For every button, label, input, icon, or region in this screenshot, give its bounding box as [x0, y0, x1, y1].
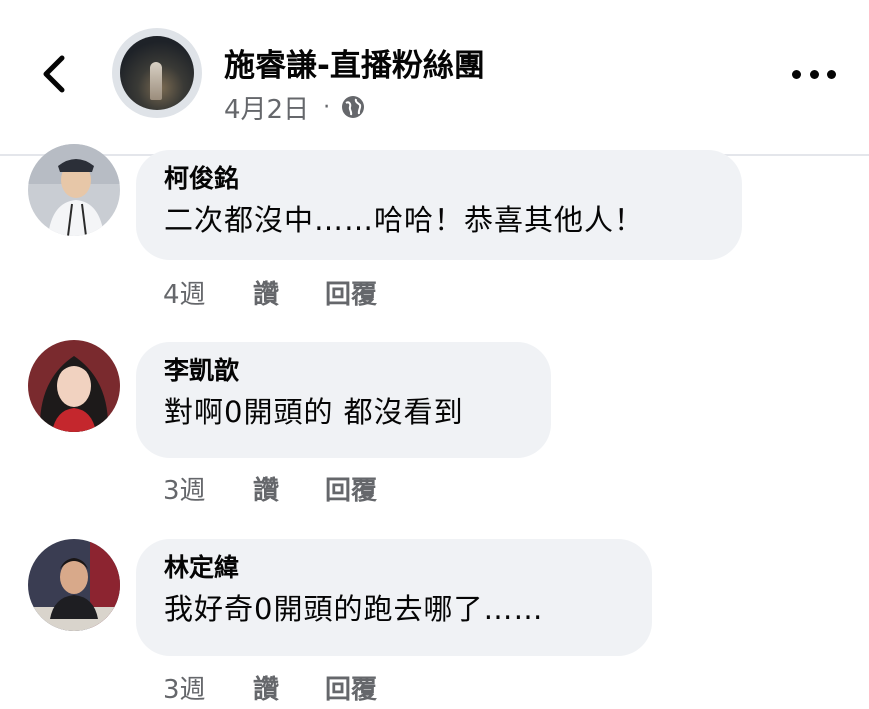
chevron-left-icon	[43, 55, 65, 93]
comment-actions: 3週 讚 回覆	[163, 669, 377, 706]
more-options-button[interactable]	[792, 64, 836, 84]
comment-author[interactable]: 李凱歆	[164, 356, 523, 386]
like-button[interactable]: 讚	[253, 274, 325, 311]
comment-author[interactable]: 林定緯	[164, 553, 624, 583]
avatar-photo	[28, 340, 120, 432]
comment-time[interactable]: 4週	[163, 274, 253, 311]
more-dot	[809, 69, 819, 79]
avatar[interactable]	[28, 340, 120, 432]
post-date[interactable]: 4月2日	[224, 89, 309, 126]
like-button[interactable]: 讚	[253, 470, 325, 507]
comment-author[interactable]: 柯俊銘	[164, 164, 714, 194]
reply-button[interactable]: 回覆	[325, 274, 377, 311]
comment-text: 我好奇0開頭的跑去哪了……	[164, 592, 544, 626]
reply-button[interactable]: 回覆	[325, 470, 377, 507]
meta-separator: ·	[323, 94, 331, 120]
comment-actions: 3週 讚 回覆	[163, 470, 377, 507]
avatar-photo	[28, 144, 120, 236]
comment-time[interactable]: 3週	[163, 470, 253, 507]
post-header: 施睿謙-直播粉絲團 4月2日 ·	[0, 0, 869, 155]
comment-bubble[interactable]: 林定緯 我好奇0開頭的跑去哪了……	[136, 539, 652, 656]
comment-bubble[interactable]: 柯俊銘 二次都沒中……哈哈！恭喜其他人！	[136, 150, 742, 260]
like-button[interactable]: 讚	[253, 669, 325, 706]
post-meta: 4月2日 ·	[224, 89, 366, 126]
comment-text: 二次都沒中……哈哈！恭喜其他人！	[164, 203, 645, 237]
avatar[interactable]	[28, 539, 120, 631]
reply-button[interactable]: 回覆	[325, 669, 377, 706]
more-dot	[792, 69, 801, 79]
comment-text: 對啊0開頭的 都沒看到	[164, 395, 464, 429]
page-avatar-photo	[120, 36, 194, 110]
page-title[interactable]: 施睿謙-直播粉絲團	[224, 40, 485, 85]
more-dot	[827, 69, 836, 79]
avatar[interactable]	[28, 144, 120, 236]
globe-icon	[342, 96, 365, 118]
comment-time[interactable]: 3週	[163, 669, 253, 706]
page-avatar[interactable]	[112, 28, 202, 118]
back-button[interactable]	[38, 52, 74, 96]
comment-actions: 4週 讚 回覆	[163, 274, 377, 311]
comment-bubble[interactable]: 李凱歆 對啊0開頭的 都沒看到	[136, 342, 551, 458]
avatar-photo	[28, 539, 120, 631]
